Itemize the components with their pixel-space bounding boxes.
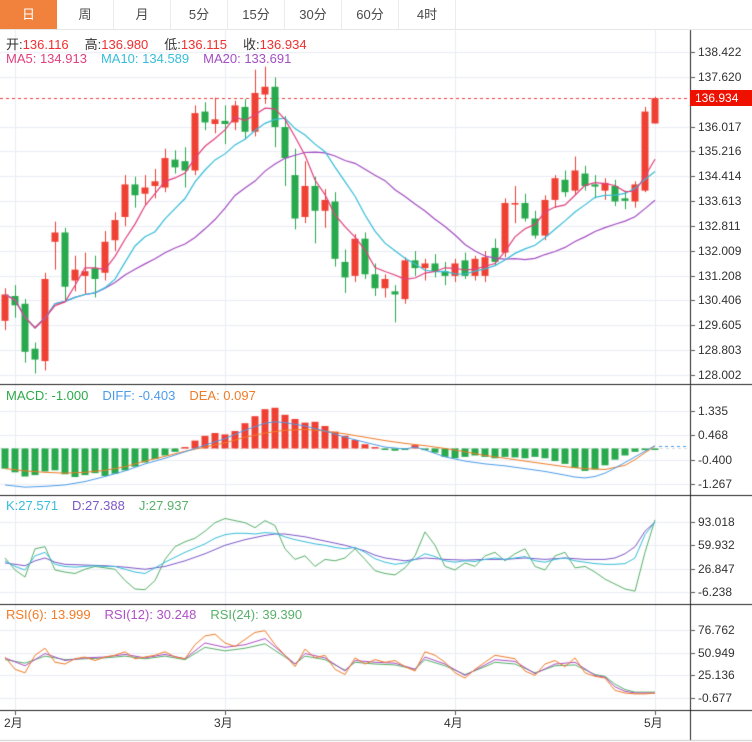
y-axis-tick-label: 93.018 (698, 515, 735, 529)
y-axis-tick-label: -1.267 (698, 477, 733, 491)
ohlc-value: 136.934 (259, 37, 307, 52)
y-axis-tick-label: 129.605 (698, 318, 742, 333)
ohlc-value: 136.115 (180, 37, 227, 52)
y-axis-tick-label: 136.017 (698, 119, 742, 134)
y-axis-tick-label: 135.216 (698, 144, 742, 159)
legend-item: K:27.571 (6, 498, 59, 513)
legend-item: DEA: 0.097 (189, 388, 256, 403)
y-axis-tick-label: 50.949 (698, 645, 735, 660)
tab-5min[interactable]: 5分 (171, 0, 228, 29)
tab-week[interactable]: 周 (57, 0, 114, 29)
y-axis-tick-label: 1.335 (698, 404, 729, 418)
y-axis-tick-label: 26.847 (698, 561, 735, 576)
tab-4hour[interactable]: 4时 (399, 0, 456, 29)
y-axis-tick-label: 76.762 (698, 623, 735, 637)
ma-legend: MA5: 134.913 MA10: 134.589 MA20: 133.691 (6, 51, 305, 66)
legend-item: MA10: 134.589 (100, 51, 190, 66)
legend-item: J:27.937 (138, 498, 189, 513)
macd-legend: MACD: -1.000 DIFF: -0.403 DEA: 0.097 (6, 388, 270, 403)
y-axis-tick-label: -6.238 (698, 585, 733, 599)
y-axis-tick-label: 128.803 (698, 343, 742, 358)
rsi-legend: RSI(6): 13.999 RSI(12): 30.248 RSI(24): 39… (6, 607, 316, 622)
candlestick-chart-canvas[interactable] (0, 0, 752, 742)
y-axis-tick-label: 132.811 (698, 218, 741, 233)
ohlc-label: 低: (164, 37, 181, 52)
ohlc-label: 高: (84, 37, 102, 52)
y-axis-tick-label: 134.414 (698, 169, 742, 184)
legend-item: DIFF: -0.403 (102, 388, 176, 403)
x-axis-month-label: 2月 (4, 716, 23, 730)
tab-15min[interactable]: 15分 (228, 0, 285, 29)
tab-60min[interactable]: 60分 (342, 0, 399, 29)
legend-item: MA5: 134.913 (6, 51, 87, 66)
ohlc-label: 开: (6, 37, 23, 52)
legend-item: MACD: -1.000 (6, 388, 89, 403)
legend-item: RSI(12): 30.248 (104, 607, 197, 622)
y-axis-tick-label: 0.468 (698, 428, 729, 443)
timeframe-tab-bar: 日周月 5分 15分 30分 60分 4时 (0, 0, 752, 30)
y-axis-tick-label: -0.400 (698, 452, 733, 467)
legend-item: D:27.388 (72, 498, 125, 513)
legend-item: MA20: 133.691 (203, 51, 292, 66)
last-price-badge: 136.934 (690, 90, 752, 107)
legend-item: RSI(6): 13.999 (6, 607, 91, 622)
x-axis-month-label: 3月 (214, 716, 233, 730)
tab-30min[interactable]: 30分 (285, 0, 342, 29)
y-axis-tick-label: 138.422 (698, 45, 742, 59)
legend-item: RSI(24): 39.390 (210, 607, 303, 622)
stock-chart-app: 日周月 5分 15分 30分 60分 4时 开:136.116 高:136.980 低:136… (0, 0, 752, 742)
y-axis-tick-label: -0.677 (698, 691, 733, 705)
y-axis-tick-label: 128.002 (698, 368, 742, 382)
y-axis-tick-label: 133.613 (698, 194, 742, 209)
y-axis-tick-label: 59.932 (698, 538, 735, 553)
kdj-legend: K:27.571 D:27.388 J:27.937 (6, 498, 203, 513)
ohlc-value: 136.980 (101, 37, 149, 52)
tab-month[interactable]: 月 (114, 0, 171, 29)
ohlc-label: 收: (242, 37, 260, 52)
tab-day[interactable]: 日 (0, 0, 57, 29)
y-axis-tick-label: 132.009 (698, 243, 742, 258)
x-axis-month-label: 4月 (444, 716, 463, 730)
y-axis-tick-label: 131.208 (698, 268, 742, 283)
ohlc-value: 136.116 (22, 37, 69, 52)
y-axis-tick-label: 25.136 (698, 668, 735, 683)
y-axis-tick-label: 130.406 (698, 293, 742, 308)
x-axis-month-label: 5月 (644, 716, 663, 730)
y-axis-tick-label: 137.620 (698, 69, 742, 84)
